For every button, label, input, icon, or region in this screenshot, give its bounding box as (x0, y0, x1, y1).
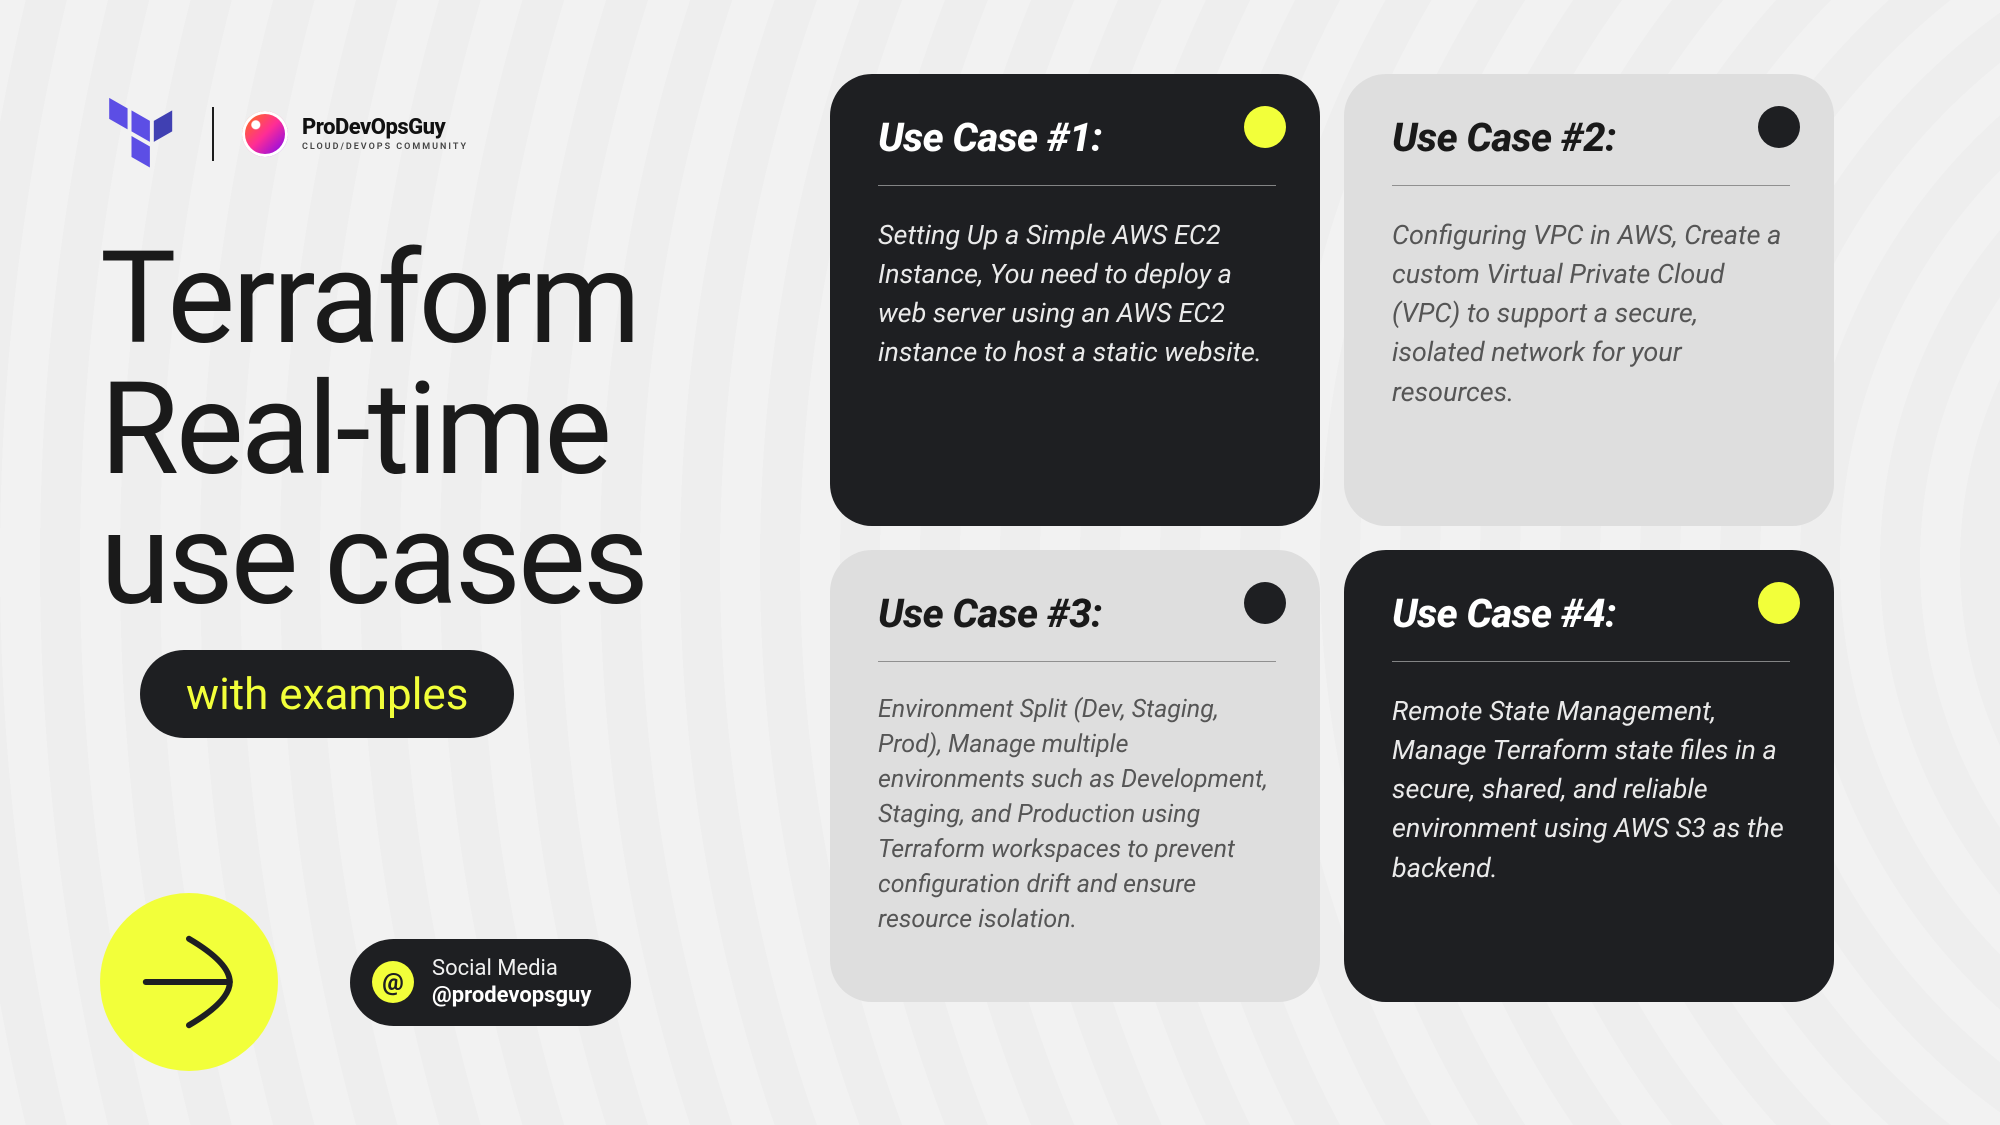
social-handle: @prodevopsguy (432, 982, 591, 1010)
headline-line-3: use cases (100, 495, 790, 626)
social-label: Social Media (432, 955, 591, 983)
card-body: Environment Split (Dev, Staging, Prod), … (878, 692, 1276, 937)
terraform-icon (100, 90, 184, 178)
headline-line-1: Terraform (100, 234, 790, 365)
cards-grid: Use Case #1: Setting Up a Simple AWS EC2… (830, 0, 2000, 1125)
card-title: Use Case #1: (878, 114, 1276, 161)
logo-row: ProDevOpsGuy CLOUD/DEVOPS COMMUNITY (100, 90, 790, 178)
footer-row: @ Social Media @prodevopsguy (100, 893, 631, 1071)
headline-line-2: Real-time (100, 365, 790, 496)
card-body: Remote State Management, Manage Terrafor… (1392, 692, 1790, 888)
accent-dot-icon (1244, 582, 1286, 624)
headline: Terraform Real-time use cases (100, 234, 790, 626)
brand-avatar-icon (242, 111, 288, 157)
use-case-card-4: Use Case #4: Remote State Management, Ma… (1344, 550, 1834, 1002)
card-divider (878, 661, 1276, 662)
accent-dot-icon (1758, 106, 1800, 148)
brand-text: ProDevOpsGuy CLOUD/DEVOPS COMMUNITY (302, 117, 468, 152)
brand: ProDevOpsGuy CLOUD/DEVOPS COMMUNITY (242, 111, 468, 157)
use-case-card-1: Use Case #1: Setting Up a Simple AWS EC2… (830, 74, 1320, 526)
card-title: Use Case #2: (1392, 114, 1790, 161)
slide: ProDevOpsGuy CLOUD/DEVOPS COMMUNITY Terr… (0, 0, 2000, 1125)
card-divider (1392, 185, 1790, 186)
card-body: Setting Up a Simple AWS EC2 Instance, Yo… (878, 216, 1276, 373)
social-pill[interactable]: @ Social Media @prodevopsguy (350, 939, 631, 1026)
card-title: Use Case #3: (878, 590, 1276, 637)
at-icon: @ (372, 961, 414, 1003)
card-divider (1392, 661, 1790, 662)
card-divider (878, 185, 1276, 186)
card-title: Use Case #4: (1392, 590, 1790, 637)
accent-dot-icon (1244, 106, 1286, 148)
use-case-card-2: Use Case #2: Configuring VPC in AWS, Cre… (1344, 74, 1834, 526)
brand-name: ProDevOpsGuy (302, 117, 468, 139)
logo-divider (212, 107, 214, 161)
accent-dot-icon (1758, 582, 1800, 624)
use-case-card-3: Use Case #3: Environment Split (Dev, Sta… (830, 550, 1320, 1002)
arrow-right-icon (100, 893, 278, 1071)
examples-pill: with examples (140, 650, 514, 738)
left-column: ProDevOpsGuy CLOUD/DEVOPS COMMUNITY Terr… (0, 0, 830, 1125)
brand-subtitle: CLOUD/DEVOPS COMMUNITY (302, 143, 468, 152)
card-body: Configuring VPC in AWS, Create a custom … (1392, 216, 1790, 412)
